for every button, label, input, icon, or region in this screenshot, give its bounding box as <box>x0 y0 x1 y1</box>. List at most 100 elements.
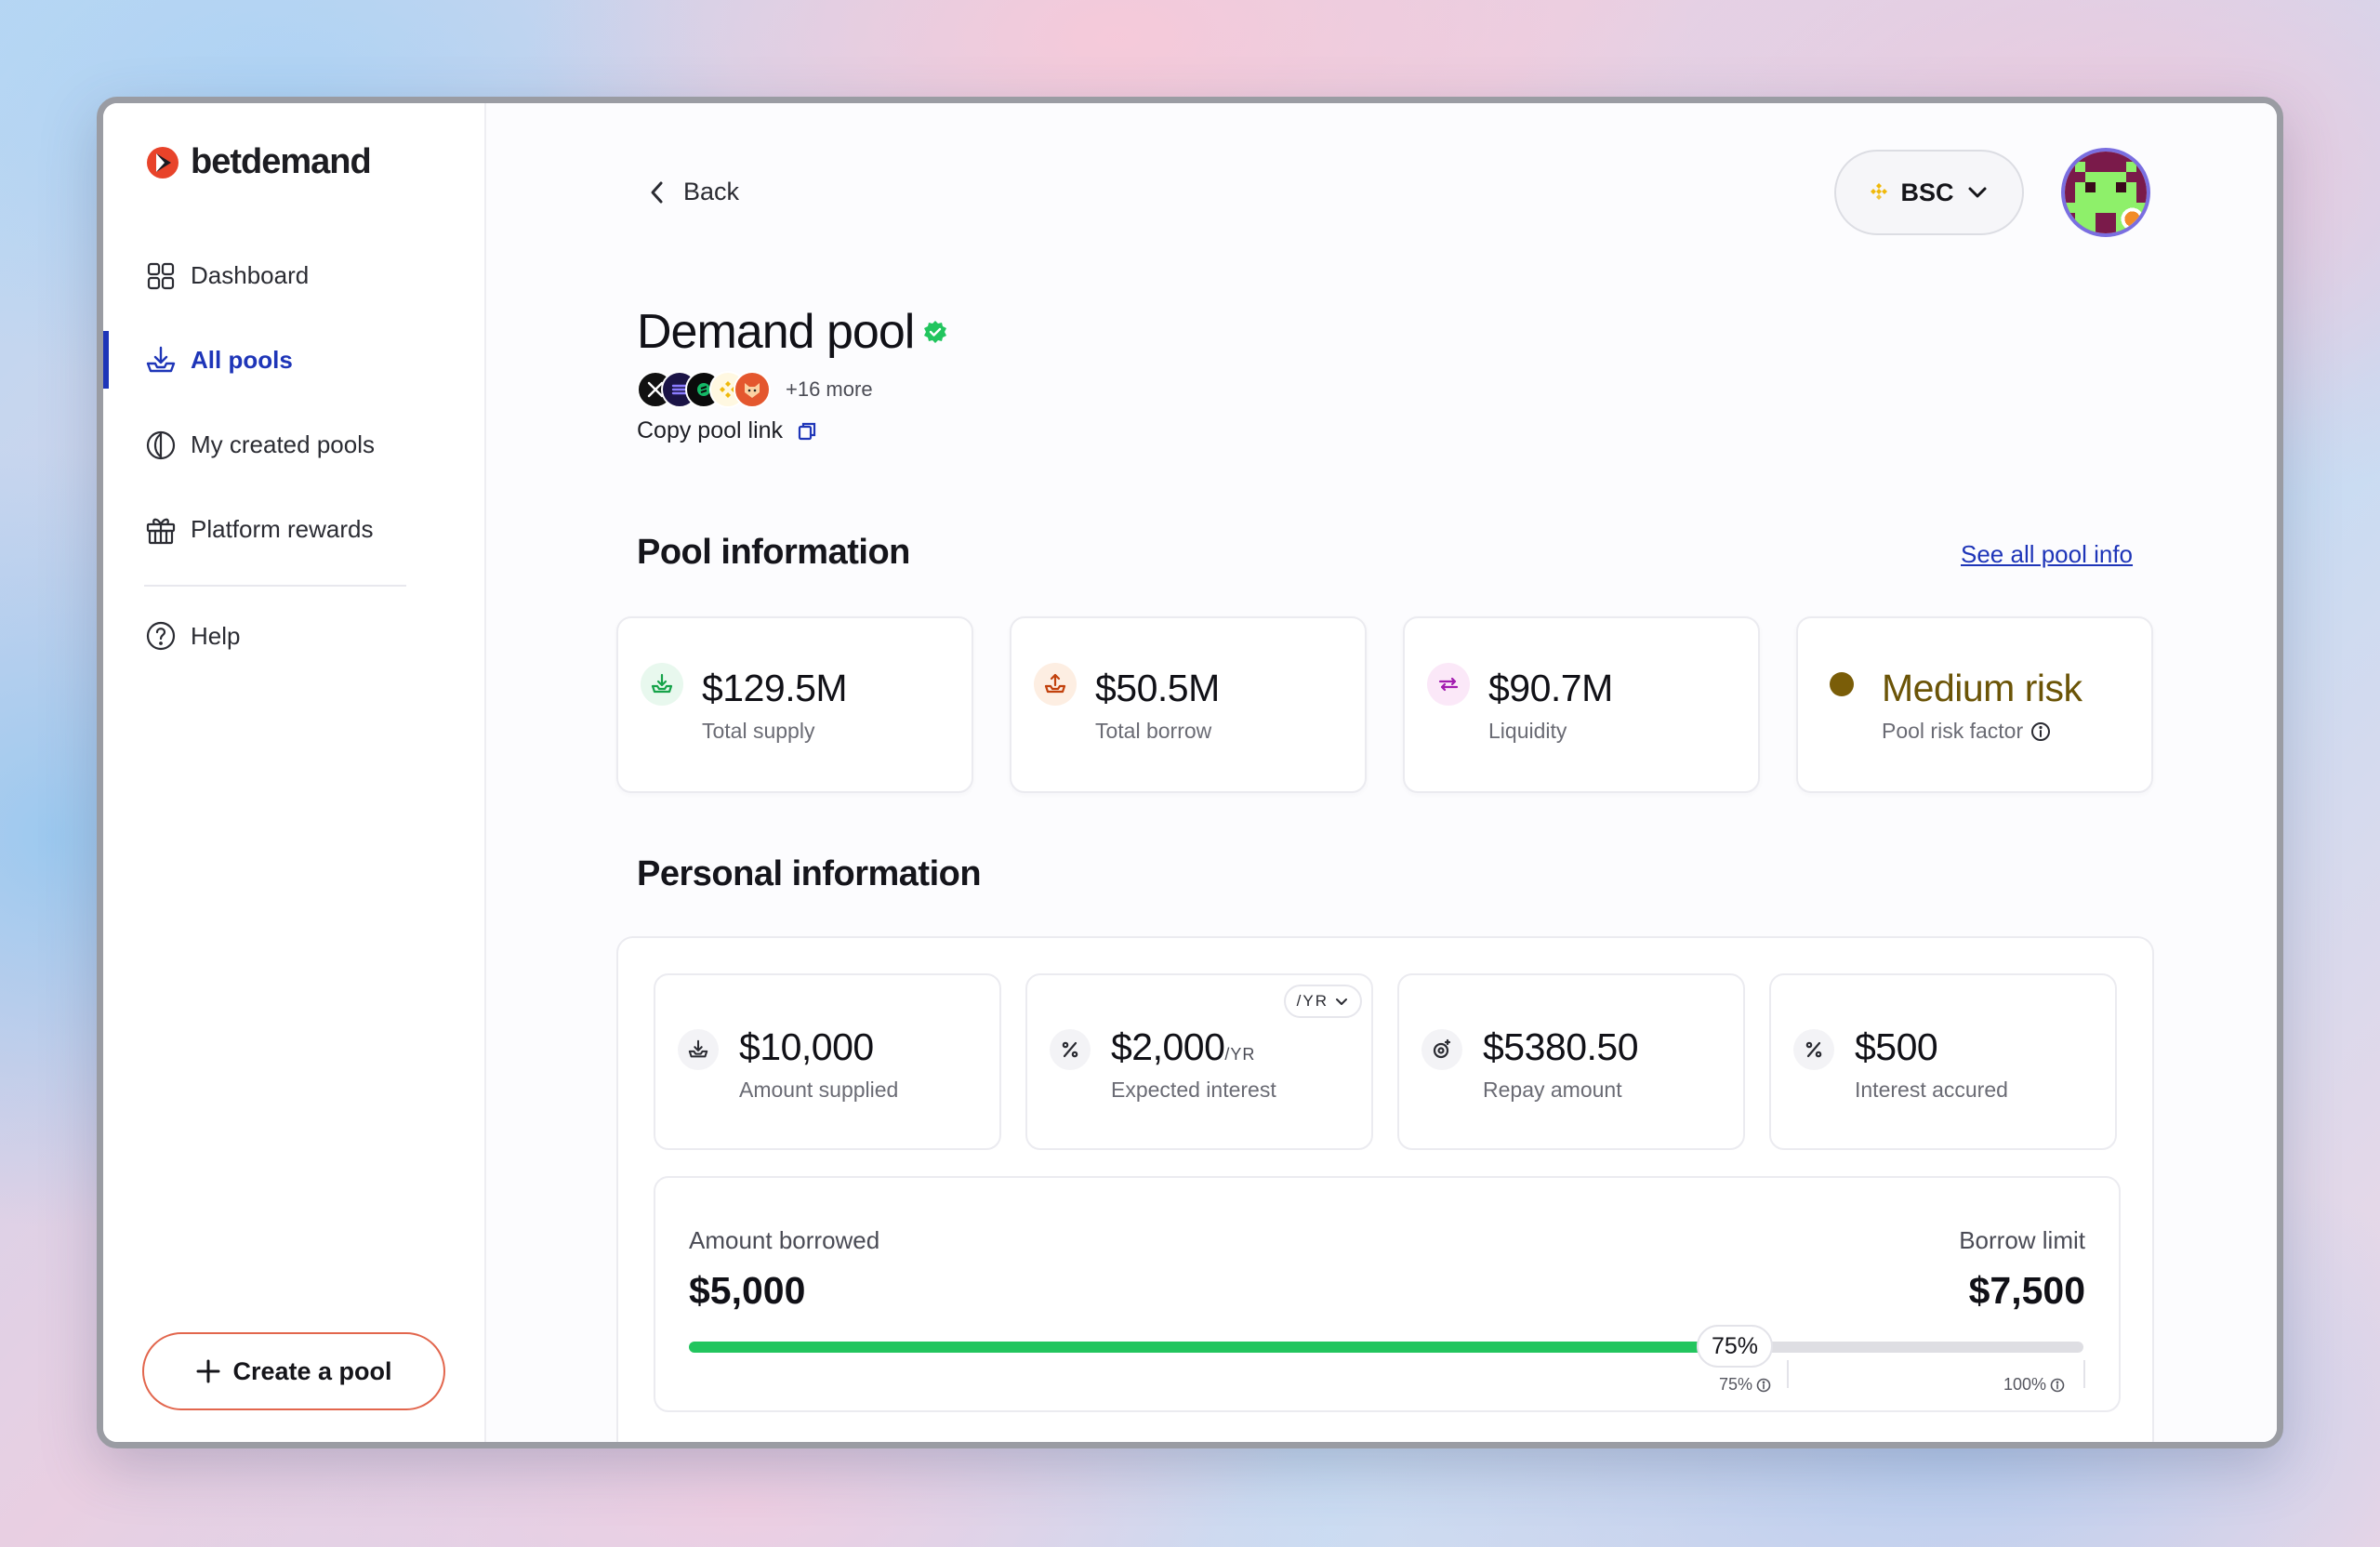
sidebar-item-my-created-pools[interactable]: My created pools <box>103 403 484 487</box>
borrow-progress-fill <box>689 1342 1735 1353</box>
network-name: BSC <box>1900 178 1954 206</box>
borrow-limit-card: Amount borrowed Borrow limit $5,000 $7,5… <box>654 1176 2121 1412</box>
personal-card-interest-accrued: $500 Interest accured <box>1769 973 2117 1150</box>
stat-card-liquidity: $90.7M Liquidity <box>1403 616 1760 793</box>
create-pool-label: Create a pool <box>232 1356 392 1385</box>
period-selector[interactable]: /YR <box>1283 985 1362 1018</box>
repay-icon <box>1421 1029 1462 1070</box>
pool-name: Demand pool <box>637 305 915 359</box>
sidebar-item-dashboard[interactable]: Dashboard <box>103 233 484 318</box>
risk-label-text: Pool risk factor <box>1882 719 2024 743</box>
sidebar-item-label: Dashboard <box>191 261 310 289</box>
pixel-avatar-icon <box>2065 152 2147 233</box>
gift-icon <box>144 513 178 547</box>
liquidity-swap-icon <box>1427 663 1470 706</box>
sidebar-item-label: All pools <box>191 346 293 374</box>
app-window: betdemand Dashboard All pools My created… <box>97 97 2283 1448</box>
info-icon[interactable] <box>1756 1378 1771 1393</box>
main-content: Back BSC Demand pool +16 more Copy pool … <box>486 103 2277 1442</box>
personal-label: Amount supplied <box>739 1078 899 1102</box>
sidebar-item-label: Help <box>191 621 241 650</box>
back-label: Back <box>683 178 740 205</box>
sidebar-item-platform-rewards[interactable]: Platform rewards <box>103 487 484 572</box>
sidebar-item-label: My created pools <box>191 430 375 458</box>
verified-icon <box>924 321 947 343</box>
half-circle-icon <box>144 429 178 462</box>
brand-logo[interactable]: betdemand <box>144 142 372 182</box>
chevron-down-icon <box>1968 187 1986 198</box>
download-tray-icon <box>144 344 178 377</box>
stat-value: $90.7M <box>1488 667 1613 709</box>
tick-75-label: 75% <box>1719 1375 1753 1394</box>
risk-dot-icon <box>1820 663 1863 706</box>
bnb-icon <box>1871 183 1888 200</box>
grid-icon <box>144 259 178 293</box>
shiba-icon <box>734 371 771 408</box>
risk-value: Medium risk <box>1882 667 2082 709</box>
tick-100: 100% <box>2003 1375 2065 1395</box>
copy-pool-link-label: Copy pool link <box>637 417 784 443</box>
personal-info-panel: $10,000 Amount supplied /YR $2,000/YR Ex… <box>616 936 2154 1442</box>
personal-card-expected-interest: /YR $2,000/YR Expected interest <box>1025 973 1373 1150</box>
copy-pool-link[interactable]: Copy pool link <box>637 417 818 444</box>
nav-divider <box>144 585 406 587</box>
stat-label: Pool risk factor <box>1882 719 2051 744</box>
brand-name: betdemand <box>191 142 372 181</box>
create-pool-button[interactable]: Create a pool <box>142 1332 445 1410</box>
personal-value: $5380.50 <box>1483 1025 1639 1068</box>
sidebar: betdemand Dashboard All pools My created… <box>103 103 486 1442</box>
pool-title: Demand pool <box>637 304 947 360</box>
personal-card-repay-amount: $5380.50 Repay amount <box>1397 973 1745 1150</box>
tick-line-75 <box>1787 1360 1789 1388</box>
question-circle-icon <box>144 619 178 653</box>
chevron-left-icon <box>651 181 663 203</box>
borrow-progress-label: 75% <box>1711 1332 1759 1359</box>
back-button[interactable]: Back <box>648 178 739 206</box>
borrow-icon <box>1034 663 1077 706</box>
stat-value: $129.5M <box>702 667 848 709</box>
sidebar-item-help[interactable]: Help <box>103 600 484 672</box>
personal-info-title: Personal information <box>637 854 982 893</box>
borrow-limit-label: Borrow limit <box>1959 1226 2085 1254</box>
pool-info-title: Pool information <box>637 533 910 572</box>
info-icon[interactable] <box>2050 1378 2065 1393</box>
percent-icon <box>1050 1029 1091 1070</box>
plus-icon <box>196 1359 220 1383</box>
stat-label: Total supply <box>702 719 815 743</box>
expected-interest-amount: $2,000 <box>1111 1025 1225 1068</box>
copy-icon <box>798 422 816 440</box>
stat-value: $50.5M <box>1095 667 1220 709</box>
stat-card-total-borrow: $50.5M Total borrow <box>1010 616 1367 793</box>
network-selector[interactable]: BSC <box>1834 150 2024 235</box>
user-avatar[interactable] <box>2061 148 2150 237</box>
pool-token-list[interactable]: +16 more <box>637 371 873 408</box>
borrow-progress-track[interactable]: 75% <box>689 1325 2083 1368</box>
supply-icon <box>641 663 683 706</box>
personal-value: $2,000/YR <box>1111 1025 1255 1069</box>
tokens-more-label: +16 more <box>786 377 873 401</box>
sidebar-item-label: Platform rewards <box>191 515 374 543</box>
info-icon[interactable] <box>2030 721 2051 742</box>
personal-card-amount-supplied: $10,000 Amount supplied <box>654 973 1001 1150</box>
stat-card-total-supply: $129.5M Total supply <box>616 616 973 793</box>
percent-icon <box>1793 1029 1834 1070</box>
borrow-progress-thumb[interactable]: 75% <box>1696 1325 1774 1368</box>
stat-label: Liquidity <box>1488 719 1567 743</box>
tick-75: 75% <box>1719 1375 1771 1395</box>
personal-label: Expected interest <box>1111 1078 1276 1102</box>
borrow-limit-value: $7,500 <box>1968 1269 2085 1312</box>
tick-100-label: 100% <box>2003 1375 2047 1394</box>
sidebar-item-all-pools[interactable]: All pools <box>103 318 484 403</box>
personal-label: Interest accured <box>1855 1078 2008 1102</box>
see-all-pool-info-link[interactable]: See all pool info <box>1961 540 2133 569</box>
expected-interest-suffix: /YR <box>1224 1045 1256 1064</box>
logo-icon <box>147 146 178 178</box>
personal-value: $500 <box>1855 1025 1938 1068</box>
tick-line-100 <box>2083 1360 2085 1388</box>
period-selector-label: /YR <box>1296 992 1329 1010</box>
amount-borrowed-label: Amount borrowed <box>689 1226 880 1254</box>
stat-card-risk: Medium risk Pool risk factor <box>1796 616 2153 793</box>
personal-label: Repay amount <box>1483 1078 1622 1102</box>
stat-label: Total borrow <box>1095 719 1212 743</box>
personal-value: $10,000 <box>739 1025 874 1068</box>
